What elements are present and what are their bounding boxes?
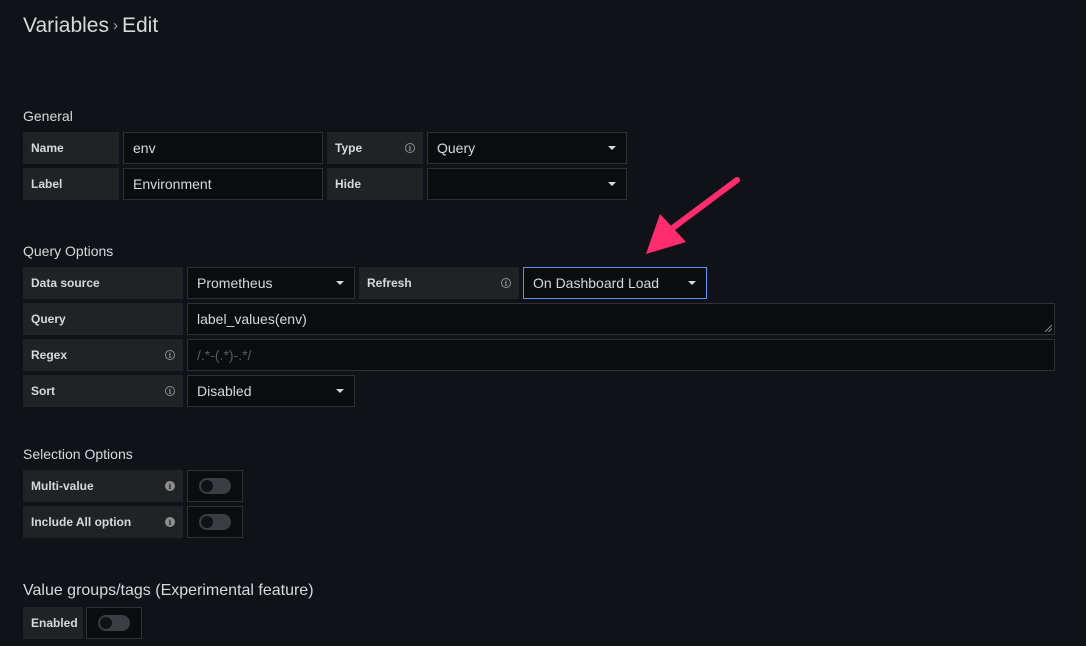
type-select[interactable]: Query	[427, 132, 627, 164]
page-title: Variables › Edit	[23, 14, 158, 38]
datasource-select[interactable]: Prometheus	[187, 267, 355, 299]
info-icon[interactable]: i	[165, 517, 175, 527]
chevron-down-icon	[688, 281, 696, 285]
info-icon[interactable]: i	[405, 143, 415, 153]
info-icon[interactable]: i	[501, 278, 511, 288]
enabled-toggle[interactable]	[86, 607, 142, 639]
name-input[interactable]: env	[123, 132, 323, 164]
refresh-select[interactable]: On Dashboard Load	[523, 267, 707, 299]
breadcrumb-variables[interactable]: Variables	[23, 14, 109, 37]
annotation-arrow-icon	[646, 177, 740, 254]
regex-label: Regex i	[23, 339, 183, 371]
section-selection-options-title: Selection Options	[23, 446, 133, 462]
info-icon[interactable]: i	[165, 350, 175, 360]
info-icon[interactable]: i	[165, 386, 175, 396]
resize-handle-icon[interactable]	[1045, 325, 1052, 332]
label-label: Label	[23, 168, 119, 200]
chevron-down-icon	[608, 146, 616, 150]
enabled-label: Enabled	[23, 607, 83, 639]
type-label: Type i	[327, 132, 423, 164]
query-label: Query	[23, 303, 183, 335]
toggle-switch[interactable]	[98, 615, 130, 631]
datasource-label: Data source	[23, 267, 183, 299]
toggle-switch[interactable]	[199, 478, 231, 494]
chevron-down-icon	[336, 281, 344, 285]
sort-select[interactable]: Disabled	[187, 375, 355, 407]
query-textarea[interactable]: label_values(env)	[187, 303, 1055, 335]
name-label: Name	[23, 132, 119, 164]
chevron-down-icon	[608, 182, 616, 186]
breadcrumb-edit: Edit	[122, 14, 159, 37]
label-input[interactable]: Environment	[123, 168, 323, 200]
hide-select[interactable]	[427, 168, 627, 200]
section-value-groups-title: Value groups/tags (Experimental feature)	[23, 582, 314, 599]
chevron-down-icon	[336, 389, 344, 393]
multi-value-label: Multi-value i	[23, 470, 183, 502]
refresh-label: Refresh i	[359, 267, 519, 299]
include-all-toggle[interactable]	[187, 506, 243, 538]
section-general-title: General	[23, 108, 73, 124]
multi-value-toggle[interactable]	[187, 470, 243, 502]
sort-label: Sort i	[23, 375, 183, 407]
section-query-options-title: Query Options	[23, 243, 114, 259]
include-all-label: Include All option i	[23, 506, 183, 538]
info-icon[interactable]: i	[165, 481, 175, 491]
toggle-switch[interactable]	[199, 514, 231, 530]
regex-input[interactable]: /.*-(.*)-.*/	[187, 339, 1055, 371]
breadcrumb-separator: ›	[113, 17, 118, 34]
hide-label: Hide	[327, 168, 423, 200]
